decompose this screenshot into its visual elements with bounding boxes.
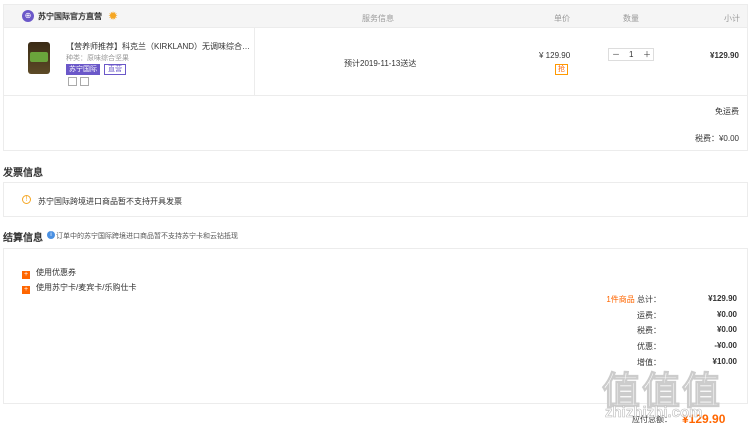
info-icon: i — [47, 231, 55, 239]
product-spec: 种类：原味综合坚果 — [66, 55, 129, 62]
expand-plus-icon: + — [22, 271, 30, 279]
product-title[interactable]: 【营养师推荐】科克兰（KIRKLAND）无调味综合… — [66, 41, 251, 52]
free-shipping: 免运费 — [715, 107, 739, 116]
watermark-site: zhizhizhi.com — [605, 404, 703, 422]
col-quantity: 数量 — [623, 14, 639, 23]
summary-label-text: 总计： — [637, 295, 661, 304]
tax-amount: 税费：¥0.00 — [694, 134, 739, 143]
summary-label: 运费： — [637, 311, 661, 320]
use-coupon-option[interactable]: + 使用优惠券 — [22, 267, 76, 279]
summary-value: ¥0.00 — [716, 325, 737, 334]
delivery-estimate: 预计2019-11-13送达 — [344, 59, 417, 68]
plus-button[interactable]: ＋ — [643, 49, 651, 61]
globe-icon: ⊕ — [22, 10, 34, 22]
invoice-box: ! 苏宁国际跨境进口商品暂不支持开具发票 — [3, 182, 748, 217]
summary-value: ¥0.00 — [716, 310, 737, 319]
summary-label: 税费： — [637, 326, 661, 335]
expand-plus-icon: + — [22, 286, 30, 294]
tag-direct: 直营 — [104, 64, 126, 75]
tag-suning-intl: 苏宁国际 — [66, 64, 100, 75]
sun-icon: ✹ — [108, 9, 119, 23]
invoice-notice: 苏宁国际跨境进口商品暂不支持开具发票 — [38, 197, 182, 206]
quantity-value[interactable]: 1 — [629, 49, 633, 61]
summary-label: 优惠： — [637, 342, 661, 351]
cart-item-row: 【营养师推荐】科克兰（KIRKLAND）无调味综合… 种类：原味综合坚果 苏宁国… — [3, 28, 748, 96]
product-thumbnail[interactable] — [28, 42, 50, 74]
use-card-label: 使用苏宁卡/麦宾卡/乐购仕卡 — [36, 283, 137, 292]
minus-button[interactable]: － — [612, 49, 620, 61]
summary-label: 1件商品 总计： — [606, 294, 661, 305]
item-subtotal: ¥129.90 — [710, 51, 739, 60]
store-header: ⊕ 苏宁国际官方直营 ✹ 服务信息 单价 数量 小计 — [3, 4, 748, 28]
store-name[interactable]: 苏宁国际官方直营 — [38, 11, 102, 22]
shipping-summary: 免运费 税费：¥0.00 — [3, 96, 748, 151]
col-unit-price: 单价 — [554, 14, 570, 23]
col-subtotal: 小计 — [724, 14, 740, 23]
settle-title: 结算信息 — [3, 233, 43, 244]
col-service: 服务信息 — [362, 14, 394, 23]
summary-value: ¥129.90 — [708, 294, 737, 303]
use-card-option[interactable]: + 使用苏宁卡/麦宾卡/乐购仕卡 — [22, 282, 136, 294]
settle-note: 订单中的苏宁国际跨境进口商品暂不支持苏宁卡和云钻抵现 — [56, 233, 238, 240]
rush-tag: 抢 — [555, 64, 568, 75]
warning-icon: ! — [22, 195, 31, 204]
summary-value: -¥0.00 — [714, 341, 737, 350]
service-icon[interactable] — [68, 77, 77, 86]
divider — [254, 28, 255, 96]
use-coupon-label: 使用优惠券 — [36, 268, 76, 277]
invoice-title: 发票信息 — [3, 168, 43, 179]
item-count: 1件商品 — [606, 295, 635, 304]
quantity-stepper: － 1 ＋ — [608, 48, 654, 61]
unit-price: ¥ 129.90 — [539, 51, 571, 60]
service-icon[interactable] — [80, 77, 89, 86]
